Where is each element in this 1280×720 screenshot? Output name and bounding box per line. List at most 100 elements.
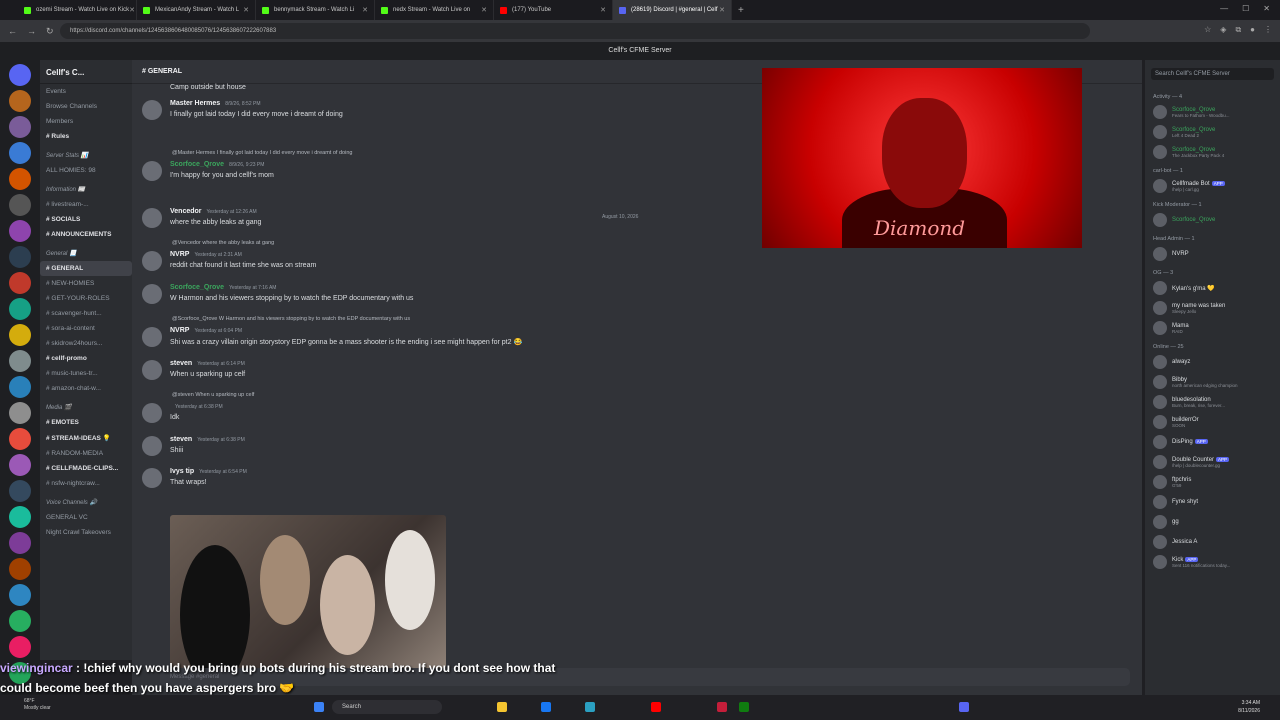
member-item[interactable]: my name was taken Sleepy Jello bbox=[1145, 298, 1280, 318]
username[interactable]: Yesterday at 6:38 PM bbox=[170, 403, 223, 410]
taskbar-search[interactable]: Search bbox=[332, 700, 442, 714]
avatar[interactable] bbox=[142, 468, 162, 488]
server-icon[interactable] bbox=[9, 610, 31, 632]
server-name[interactable]: Cellf's C... bbox=[40, 60, 132, 84]
clock[interactable]: 3:34 AM 8/11/2026 bbox=[1238, 699, 1260, 715]
username[interactable]: Scorfoce_Qrove 8/9/26, 9:23 PM bbox=[170, 161, 264, 168]
username[interactable]: Ivys tip Yesterday at 6:54 PM bbox=[170, 468, 247, 475]
member-item[interactable]: Kick APP Sent 116 notifications today... bbox=[1145, 552, 1280, 572]
server-icon[interactable] bbox=[9, 506, 31, 528]
browser-tab[interactable]: bennymack Stream - Watch Li ✕ bbox=[256, 0, 375, 20]
username[interactable]: steven Yesterday at 6:14 PM bbox=[170, 360, 245, 367]
server-icon[interactable] bbox=[9, 376, 31, 398]
tab-close-icon[interactable]: ✕ bbox=[243, 6, 249, 14]
avatar[interactable] bbox=[142, 161, 162, 181]
channel-item[interactable]: GENERAL VC bbox=[40, 510, 132, 525]
member-item[interactable]: gg bbox=[1145, 512, 1280, 532]
channel-item[interactable]: Members bbox=[40, 114, 132, 129]
server-icon[interactable] bbox=[9, 246, 31, 268]
channel-item[interactable]: Browse Channels bbox=[40, 99, 132, 114]
window-controls[interactable]: — ☐ ✕ bbox=[1220, 4, 1270, 13]
channel-item[interactable]: Night Crawl Takeovers bbox=[40, 525, 132, 540]
channel-item[interactable]: # GENERAL bbox=[40, 261, 132, 276]
channel-item[interactable]: # CELLFMADE-CLIPS... bbox=[40, 461, 132, 476]
member-item[interactable]: Fyne shyt bbox=[1145, 492, 1280, 512]
browser-tab[interactable]: (28619) Discord | #general | Celf ✕ bbox=[613, 0, 732, 20]
reload-icon[interactable]: ↻ bbox=[46, 26, 54, 37]
channel-item[interactable]: # GET-YOUR-ROLES bbox=[40, 291, 132, 306]
server-icon[interactable] bbox=[9, 298, 31, 320]
server-icon[interactable] bbox=[9, 636, 31, 658]
tab-close-icon[interactable]: ✕ bbox=[719, 6, 725, 14]
avatar[interactable] bbox=[142, 251, 162, 271]
member-item[interactable]: Scorfoce_Qrove Left 4 Dead 2 bbox=[1145, 122, 1280, 142]
server-icon[interactable] bbox=[9, 168, 31, 190]
extension-icon[interactable]: ◈ bbox=[1220, 25, 1226, 35]
server-icon[interactable] bbox=[9, 116, 31, 138]
avatar[interactable] bbox=[142, 100, 162, 120]
tab-close-icon[interactable]: ✕ bbox=[481, 6, 487, 14]
username[interactable]: NVRP Yesterday at 6:04 PM bbox=[170, 327, 242, 334]
member-item[interactable]: Scorfoce_Qrove The Jackbox Party Pack 4 bbox=[1145, 142, 1280, 162]
server-icon[interactable] bbox=[9, 584, 31, 606]
server-icon[interactable] bbox=[9, 480, 31, 502]
avatar[interactable] bbox=[142, 327, 162, 347]
channel-item[interactable]: # cellf-promo bbox=[40, 351, 132, 366]
channel-item[interactable]: # RANDOM-MEDIA bbox=[40, 446, 132, 461]
discord-icon[interactable] bbox=[959, 702, 969, 712]
browser-tab[interactable]: MexicanAndy Stream - Watch L ✕ bbox=[137, 0, 256, 20]
member-item[interactable]: Jessica A bbox=[1145, 532, 1280, 552]
browser-tab[interactable]: ozemi Stream - Watch Live on Kick ✕ bbox=[18, 0, 137, 20]
channel-item[interactable]: Events bbox=[40, 84, 132, 99]
member-item[interactable]: ftpchris G'59 bbox=[1145, 472, 1280, 492]
channel-item[interactable]: # livestream-... bbox=[40, 197, 132, 212]
embedded-image[interactable] bbox=[170, 515, 446, 668]
star-icon[interactable]: ☆ bbox=[1204, 25, 1211, 35]
youtube-icon[interactable] bbox=[651, 702, 661, 712]
avatar[interactable] bbox=[142, 360, 162, 380]
channel-item[interactable]: # Rules bbox=[40, 129, 132, 144]
windows-start-icon[interactable] bbox=[314, 702, 324, 712]
member-item[interactable]: Scorfoce_Qrove bbox=[1145, 210, 1280, 230]
channel-item[interactable]: # amazon-chat-w... bbox=[40, 381, 132, 396]
channel-item[interactable]: # nsfw-nightcraw... bbox=[40, 476, 132, 491]
member-item[interactable]: NVRP bbox=[1145, 244, 1280, 264]
server-icon[interactable] bbox=[9, 558, 31, 580]
channel-item[interactable]: # NEW-HOMIES bbox=[40, 276, 132, 291]
menu-icon[interactable]: ⋮ bbox=[1264, 25, 1272, 35]
forward-icon[interactable]: → bbox=[27, 26, 36, 36]
server-icon[interactable] bbox=[9, 532, 31, 554]
server-icon[interactable] bbox=[9, 272, 31, 294]
username[interactable]: Master Hermes 8/9/26, 8:52 PM bbox=[170, 100, 261, 107]
channel-item[interactable]: # skidrow24hours... bbox=[40, 336, 132, 351]
server-icon[interactable] bbox=[9, 220, 31, 242]
reply-preview[interactable]: @Scorfoce_Qrove W Harmon and his viewers… bbox=[172, 316, 410, 322]
server-icon[interactable] bbox=[9, 324, 31, 346]
minimize-icon[interactable]: — bbox=[1220, 4, 1228, 13]
maximize-icon[interactable]: ☐ bbox=[1242, 4, 1249, 13]
browser-tab[interactable]: nedx Stream - Watch Live on ✕ bbox=[375, 0, 494, 20]
member-item[interactable]: Cellfmade Bot APP/help | carl.gg bbox=[1145, 176, 1280, 196]
avatar[interactable] bbox=[142, 403, 162, 423]
username[interactable]: Vencedor Yesterday at 12:26 AM bbox=[170, 208, 257, 215]
avatar[interactable] bbox=[142, 436, 162, 456]
profile-icon[interactable]: ● bbox=[1250, 25, 1255, 35]
search-input[interactable]: Search Cellf's CFME Server bbox=[1151, 68, 1274, 80]
channel-item[interactable]: ALL HOMIES: 98 bbox=[40, 163, 132, 178]
server-icon[interactable] bbox=[9, 454, 31, 476]
member-item[interactable]: Scorfoce_Qrove Fears to Fathom - Woodbu..… bbox=[1145, 102, 1280, 122]
avatar[interactable] bbox=[142, 208, 162, 228]
new-tab-icon[interactable]: + bbox=[738, 5, 744, 16]
member-item[interactable]: Kylan's g'ma 💛 bbox=[1145, 278, 1280, 298]
username[interactable]: Scorfoce_Qrove Yesterday at 7:16 AM bbox=[170, 284, 276, 291]
app-icon[interactable] bbox=[717, 702, 727, 712]
channel-item[interactable]: # EMOTES bbox=[40, 415, 132, 430]
username[interactable]: NVRP Yesterday at 2:31 AM bbox=[170, 251, 242, 258]
puzzle-icon[interactable]: ⧉ bbox=[1235, 25, 1241, 35]
member-item[interactable]: Double Counter APP/help | doublecounter.g… bbox=[1145, 452, 1280, 472]
server-icon[interactable] bbox=[9, 64, 31, 86]
member-item[interactable]: Bibby north american edging champion bbox=[1145, 372, 1280, 392]
file-explorer-icon[interactable] bbox=[497, 702, 507, 712]
member-item[interactable]: builderrOr SOON bbox=[1145, 412, 1280, 432]
member-item[interactable]: DisPing APP bbox=[1145, 432, 1280, 452]
